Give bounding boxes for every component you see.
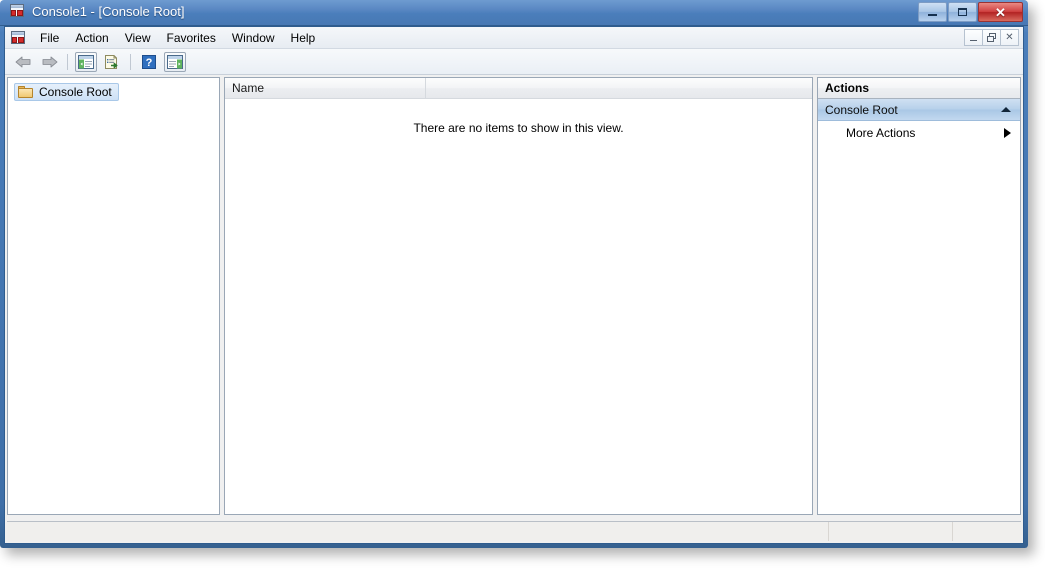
toolbar-export-list-button[interactable] xyxy=(101,52,123,72)
menu-item-help[interactable]: Help xyxy=(283,29,324,47)
list-column-header: Name xyxy=(225,78,812,99)
window-minimize-button[interactable] xyxy=(918,2,947,22)
maximize-icon xyxy=(958,8,967,16)
window-close-button[interactable]: ✕ xyxy=(978,2,1023,22)
export-list-icon xyxy=(105,54,118,69)
menu-item-file[interactable]: File xyxy=(32,29,67,47)
window-caption-buttons: ✕ xyxy=(918,2,1023,22)
menu-bar: File Action View Favorites Window Help ✕ xyxy=(5,27,1023,49)
console-tree-pane[interactable]: Console Root xyxy=(7,77,220,515)
actions-pane: Actions Console Root More Actions xyxy=(817,77,1021,515)
toolbar-help-button[interactable]: ? xyxy=(138,52,160,72)
menu-item-action[interactable]: Action xyxy=(67,29,116,47)
forward-arrow-icon xyxy=(42,56,57,67)
close-icon: ✕ xyxy=(1005,31,1014,43)
toolbar-back-button[interactable] xyxy=(12,52,34,72)
tree-item-console-root[interactable]: Console Root xyxy=(14,83,119,101)
action-group-console-root[interactable]: Console Root xyxy=(818,99,1020,121)
column-header-blank[interactable] xyxy=(426,78,812,98)
close-icon: ✕ xyxy=(995,4,1006,20)
menu-item-favorites[interactable]: Favorites xyxy=(159,29,224,47)
action-group-label: Console Root xyxy=(825,102,898,117)
status-panel-main xyxy=(7,522,829,541)
tree-item-label: Console Root xyxy=(39,85,112,99)
toolbar-show-hide-console-tree-button[interactable] xyxy=(75,51,97,72)
toolbar-separator xyxy=(67,53,68,70)
mmc-app-icon[interactable] xyxy=(9,4,25,19)
action-item-label: More Actions xyxy=(846,126,916,140)
mdi-restore-button[interactable] xyxy=(982,29,1001,46)
status-bar xyxy=(7,521,1021,541)
empty-view-message: There are no items to show in this view. xyxy=(413,121,624,135)
toolbar-separator xyxy=(130,53,131,70)
back-arrow-icon xyxy=(15,56,30,67)
main-window: Console1 - [Console Root] ✕ File Action … xyxy=(0,0,1028,548)
minimize-icon xyxy=(928,14,937,16)
column-header-name[interactable]: Name xyxy=(225,78,426,98)
toolbar-show-hide-action-pane-button[interactable] xyxy=(164,51,186,72)
menu-item-window[interactable]: Window xyxy=(224,29,283,47)
chevron-up-icon[interactable] xyxy=(1001,107,1011,112)
title-bar: Console1 - [Console Root] ✕ xyxy=(0,0,1028,26)
client-area: File Action View Favorites Window Help ✕ xyxy=(5,27,1023,543)
folder-icon xyxy=(18,85,34,99)
window-title: Console1 - [Console Root] xyxy=(32,4,185,19)
minimize-icon xyxy=(970,39,977,41)
action-item-more-actions[interactable]: More Actions xyxy=(818,121,1020,145)
toolbar: ? xyxy=(5,49,1023,75)
window-maximize-button[interactable] xyxy=(948,2,977,22)
show-hide-action-pane-icon xyxy=(167,54,183,69)
menu-item-view[interactable]: View xyxy=(117,29,159,47)
title-bar-left: Console1 - [Console Root] xyxy=(9,4,184,19)
mmc-system-menu-icon[interactable] xyxy=(10,30,26,46)
triangle-right-icon xyxy=(1004,128,1011,138)
status-panel-tertiary xyxy=(953,522,1021,541)
restore-icon xyxy=(987,33,996,42)
mdi-minimize-button[interactable] xyxy=(964,29,983,46)
toolbar-forward-button[interactable] xyxy=(38,52,60,72)
show-hide-console-tree-icon xyxy=(78,54,94,69)
svg-text:?: ? xyxy=(146,57,153,69)
actions-pane-header: Actions xyxy=(818,78,1020,99)
mdi-caption-buttons: ✕ xyxy=(964,29,1019,46)
mdi-close-button[interactable]: ✕ xyxy=(1000,29,1019,46)
result-list-pane[interactable]: Name There are no items to show in this … xyxy=(224,77,813,515)
status-panel-secondary xyxy=(829,522,953,541)
panes-container: Console Root Name There are no items to … xyxy=(5,75,1023,518)
help-icon: ? xyxy=(142,54,156,69)
